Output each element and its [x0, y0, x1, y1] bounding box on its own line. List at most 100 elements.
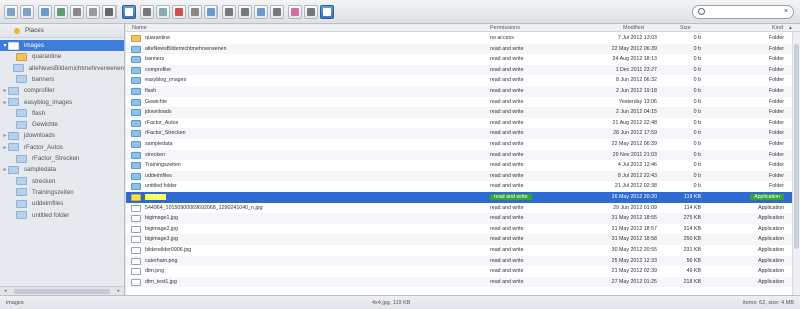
cut-button[interactable]	[172, 5, 186, 19]
table-row[interactable]: alteNewsBildernichtmehrverwenen read and …	[126, 43, 792, 55]
up-button[interactable]	[38, 5, 52, 19]
paste-button[interactable]	[188, 5, 202, 19]
scroll-left-icon[interactable]: ◂	[4, 288, 7, 294]
folder-icon	[16, 188, 27, 197]
file-kind: Folder	[768, 56, 784, 63]
forward-button[interactable]	[20, 5, 34, 19]
file-name: comprofiler	[145, 66, 172, 73]
file-icon	[131, 268, 141, 276]
sidebar-item[interactable]: banners	[0, 74, 124, 85]
file-size: 0 b	[693, 109, 701, 116]
table-row[interactable]: jdownloads read and write 2 Jun 2012 04:15…	[126, 107, 792, 118]
info-button[interactable]	[222, 5, 236, 19]
resize-button[interactable]	[254, 5, 268, 19]
table-row[interactable]: Trainingszeiten read and write 4 Jul 2012 …	[126, 160, 792, 171]
table-row[interactable]: sampledata read and write 22 May 2012 06:3…	[126, 139, 792, 150]
sidebar-item[interactable]: Trainingszeiten	[0, 187, 124, 198]
view-button[interactable]	[140, 5, 154, 19]
sidebar-item[interactable]: ▾ images	[0, 40, 124, 51]
file-size: 0 b	[693, 56, 701, 63]
scroll-right-icon[interactable]: ▸	[117, 288, 120, 294]
sidebar-item[interactable]: flash	[0, 108, 124, 119]
sidebar-item[interactable]: quarantine	[0, 51, 124, 62]
sidebar-item[interactable]: strecken	[0, 176, 124, 187]
sidebar-item[interactable]: rFactor_Strecken	[0, 153, 124, 164]
file-kind: Folder	[768, 109, 784, 116]
sidebar-item[interactable]: uddeimfiles	[0, 198, 124, 209]
table-row[interactable]: 4x4.jpg read and write 26 May 2012 20:20 11…	[126, 192, 792, 203]
sidebar-item[interactable]: Gewichte	[0, 119, 124, 130]
open-button[interactable]	[86, 5, 100, 19]
table-row[interactable]: comprofiler read and write 1 Dec 2011 23:2…	[126, 64, 792, 76]
table-row[interactable]: dtm.png read and write 21 May 2012 02:39 49…	[126, 266, 792, 277]
preview-button[interactable]	[304, 5, 318, 19]
file-name: alteNewsBildernichtmehrverwenen	[145, 45, 227, 52]
toolbar-separator	[216, 5, 217, 19]
sidebar-item[interactable]: untitled folder	[0, 210, 124, 221]
mkdir-button[interactable]	[102, 5, 116, 19]
clear-search-icon[interactable]: ×	[784, 8, 788, 15]
table-row[interactable]: dtm_test1.jpg read and write 27 May 2012 0…	[126, 276, 792, 288]
search-field[interactable]: ×	[692, 5, 794, 19]
home-button[interactable]	[70, 5, 84, 19]
table-row[interactable]: quarantine no access 7 Jul 2012 13:03 0 b Fo…	[126, 33, 792, 44]
column-name[interactable]: Name	[132, 25, 147, 31]
cut-icon	[175, 8, 183, 16]
help-button[interactable]	[320, 5, 334, 19]
column-kind[interactable]: Kind	[772, 25, 783, 31]
copy-button[interactable]	[156, 5, 170, 19]
sidebar-item[interactable]: ▸ jdownloads	[0, 130, 124, 141]
file-permissions: read and write	[490, 109, 524, 116]
column-modified[interactable]: Modified	[623, 25, 644, 31]
info-icon	[225, 8, 233, 16]
table-row[interactable]: easyblog_images read and write 8 Jun 2012 …	[126, 75, 792, 86]
file-list-scroll-thumb[interactable]	[794, 44, 799, 249]
file-name: bigimage3.jpg	[145, 236, 178, 243]
file-name: rFactor_Autos	[145, 119, 179, 126]
table-row[interactable]: banners read and write 24 Aug 2012 18:13 0 …	[126, 54, 792, 65]
table-row[interactable]: caterham.png read and write 25 May 2012 12…	[126, 255, 792, 267]
table-row[interactable]: rFactor_Autos read and write 21 Aug 2012 2…	[126, 118, 792, 129]
file-size: 250 KB	[683, 236, 701, 243]
table-row[interactable]: untitled folder read and write 21 Jul 2012…	[126, 181, 792, 192]
file-size: 49 KB	[686, 268, 701, 275]
folder-icon	[131, 77, 141, 85]
status-selection: 4x4.jpg, 119 KB	[372, 300, 411, 306]
sidebar-item[interactable]: ▸ comprofiler	[0, 85, 124, 96]
table-row[interactable]: bildereilder0906.jpg read and write 30 May…	[126, 245, 792, 256]
file-permissions: read and write	[490, 45, 524, 52]
table-row[interactable]: bigimage1.jpg read and write 31 May 2012 1…	[126, 213, 792, 224]
sidebar-scroll-thumb[interactable]	[14, 289, 110, 294]
file-kind: Folder	[768, 66, 784, 73]
column-size[interactable]: Size	[680, 25, 691, 31]
table-row[interactable]: uddeimfiles read and write 8 Jul 2012 22:4…	[126, 170, 792, 182]
table-row[interactable]: bigimage3.jpg read and write 31 May 2012 1…	[126, 234, 792, 245]
table-row[interactable]: 544964_10150900069692068_1290241040_n.jp…	[126, 203, 792, 214]
delete-button[interactable]	[122, 5, 136, 19]
reload-button[interactable]	[54, 5, 68, 19]
sidebar-item[interactable]: alteNewsBildernichtmehrverwenen	[0, 63, 124, 74]
sidebar-scrollbar[interactable]: ◂ ▸	[0, 286, 124, 295]
table-row[interactable]: bigimage2.jpg read and write 31 May 2012 1…	[126, 224, 792, 235]
column-permissions[interactable]: Permissions	[490, 25, 520, 31]
file-kind: Folder	[768, 77, 784, 84]
table-row[interactable]: Gewichte read and write Yesterday 13:06 0 b…	[126, 97, 792, 108]
table-row[interactable]: strecken read and write 29 Nov 2011 21:03 0…	[126, 149, 792, 161]
file-list-scrollbar[interactable]	[792, 32, 800, 295]
toolbar	[0, 0, 800, 24]
table-row[interactable]: rFactor_Strecken read and write 28 Jun 201…	[126, 128, 792, 139]
sidebar-item[interactable]: ▸ sampledata	[0, 164, 124, 175]
file-modified: 7 Jul 2012 13:03	[617, 35, 657, 41]
folder-icon	[131, 183, 141, 191]
sidebar-item[interactable]: ▸ rFactor_Autos	[0, 142, 124, 153]
sidebar-item[interactable]: ▸ easyblog_images	[0, 97, 124, 108]
table-row[interactable]: flash read and write 2 Jun 2012 19:18 0 b Fo…	[126, 86, 792, 97]
file-icon	[131, 204, 141, 212]
file-modified: 21 Aug 2012 22:48	[612, 119, 657, 126]
extract-button[interactable]	[288, 5, 302, 19]
file-permissions: read and write	[490, 268, 524, 275]
edit-button[interactable]	[238, 5, 252, 19]
archive-button[interactable]	[270, 5, 284, 19]
back-button[interactable]	[4, 5, 18, 19]
places-header[interactable]: Places	[0, 24, 124, 38]
